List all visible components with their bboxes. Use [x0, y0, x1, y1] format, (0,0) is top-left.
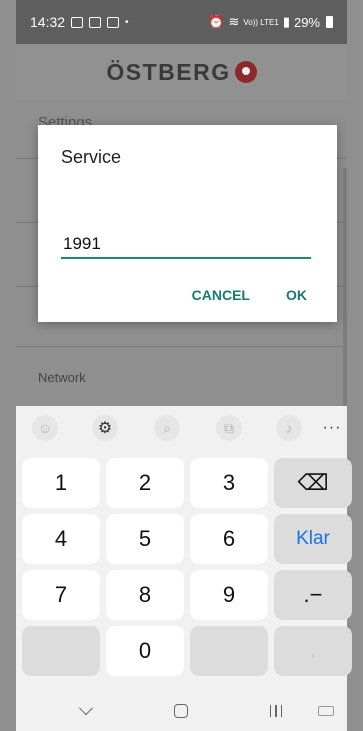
service-dialog: Service CANCEL OK [38, 125, 337, 322]
scrollbar[interactable] [343, 168, 347, 406]
key-6[interactable]: 6 [190, 514, 268, 564]
clipboard-icon[interactable]: ⧉ [216, 415, 242, 441]
brand-logo: ÖSTBERG [106, 58, 231, 85]
blank-key-right [190, 626, 268, 676]
divider [16, 346, 347, 347]
key-1[interactable]: 1 [22, 458, 100, 508]
signal-icon: ▮ [282, 14, 290, 29]
wifi-icon: ≋ [228, 14, 240, 29]
app-notification-icon-2 [107, 16, 120, 28]
keyboard-toolbar: ☺ ⚙ ⌕ ⧉ ♪ ··· [16, 406, 347, 450]
key-3[interactable]: 3 [190, 458, 268, 508]
app-header: ÖSTBERG [16, 44, 347, 100]
key-4[interactable]: 4 [22, 514, 100, 564]
status-bar: 14:32 • ⏰ ≋ Vo)) LTE1 ▮ 29% [16, 0, 347, 44]
recents-icon[interactable] [262, 697, 290, 725]
key-5[interactable]: 5 [106, 514, 184, 564]
backspace-key[interactable]: ⌫ [274, 458, 352, 508]
blank-key-left [22, 626, 100, 676]
battery-percent: 29% [293, 14, 320, 30]
mic-icon[interactable]: ♪ [276, 415, 302, 441]
key-0[interactable]: 0 [106, 626, 184, 676]
comma-key[interactable]: , [274, 626, 352, 676]
network-item[interactable]: Network [38, 370, 86, 385]
numeric-keyboard: ☺ ⚙ ⌕ ⧉ ♪ ··· 1 2 3 ⌫ 4 5 6 Klar 7 8 9 .… [16, 406, 352, 731]
app-notification-icon [89, 16, 102, 28]
more-notifications-icon: • [125, 16, 129, 28]
back-chevron-icon[interactable] [72, 697, 100, 725]
key-9[interactable]: 9 [190, 570, 268, 620]
battery-icon [326, 16, 333, 28]
gear-icon[interactable]: ⚙ [92, 415, 118, 441]
search-icon[interactable]: ⌕ [154, 415, 180, 441]
keyboard-switch-icon[interactable] [312, 697, 340, 725]
emoji-icon[interactable]: ☺ [32, 415, 58, 441]
key-2[interactable]: 2 [106, 458, 184, 508]
comma-key-label: , [311, 643, 315, 659]
more-icon[interactable]: ··· [319, 415, 345, 441]
signal-label: Vo)) LTE1 [243, 17, 279, 27]
home-icon[interactable] [167, 697, 195, 725]
status-time: 14:32 [30, 14, 66, 30]
dialog-title: Service [61, 147, 122, 167]
navigation-bar [16, 691, 347, 731]
alarm-icon: ⏰ [208, 14, 225, 29]
logo-heart-icon [234, 61, 257, 83]
key-8[interactable]: 8 [106, 570, 184, 620]
dot-minus-key[interactable]: .− [274, 570, 352, 620]
key-7[interactable]: 7 [22, 570, 100, 620]
service-code-input[interactable] [61, 231, 311, 259]
ok-button[interactable]: OK [286, 287, 307, 303]
cancel-button[interactable]: CANCEL [192, 287, 250, 303]
gallery-notification-icon [71, 16, 84, 28]
done-key[interactable]: Klar [274, 514, 352, 564]
